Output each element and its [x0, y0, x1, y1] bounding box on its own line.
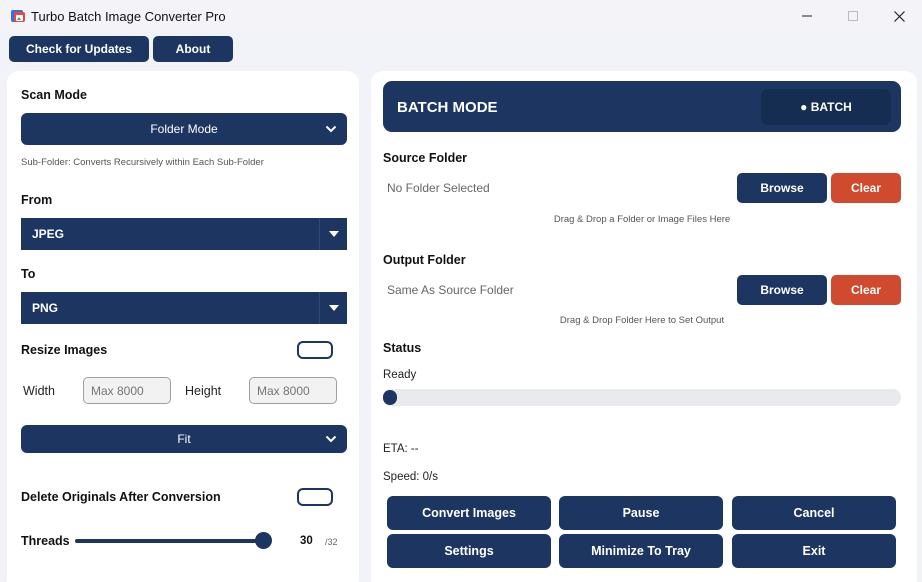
scan-mode-label: Scan Mode	[21, 88, 87, 102]
output-clear-button[interactable]: Clear	[831, 275, 901, 305]
progress-bar	[383, 389, 901, 406]
from-dropdown-arrow[interactable]	[319, 218, 347, 250]
threads-max: /32	[325, 537, 338, 547]
height-label: Height	[185, 384, 222, 398]
from-format-select[interactable]: JPEG	[21, 218, 347, 250]
cancel-button[interactable]: Cancel	[732, 496, 896, 530]
window-title: Turbo Batch Image Converter Pro	[31, 9, 226, 24]
source-folder-label: Source Folder	[383, 151, 468, 165]
to-format-select[interactable]: PNG	[21, 292, 347, 324]
about-button[interactable]: About	[153, 36, 233, 62]
threads-slider-track[interactable]	[75, 539, 271, 543]
threads-slider-thumb[interactable]	[255, 532, 272, 549]
pause-button[interactable]: Pause	[559, 496, 723, 530]
output-drop-hint: Drag & Drop Folder Here to Set Output	[559, 315, 725, 326]
threads-value: 30	[300, 535, 313, 547]
progress-indicator	[383, 390, 397, 405]
settings-button[interactable]: Settings	[387, 534, 551, 568]
exit-button[interactable]: Exit	[732, 534, 896, 568]
from-format-value: JPEG	[32, 227, 65, 241]
source-clear-button[interactable]: Clear	[831, 173, 901, 203]
status-value: Ready	[383, 369, 417, 381]
threads-label: Threads	[21, 534, 70, 548]
source-drop-hint: Drag & Drop a Folder or Image Files Here	[553, 214, 731, 225]
resize-images-toggle[interactable]	[297, 341, 333, 359]
caret-down-icon	[328, 305, 339, 311]
delete-originals-label: Delete Originals After Conversion	[21, 490, 221, 504]
output-folder-label: Output Folder	[383, 253, 466, 267]
width-input[interactable]	[83, 377, 171, 404]
to-format-value: PNG	[32, 301, 59, 315]
to-dropdown-arrow[interactable]	[319, 292, 347, 324]
batch-mode-badge[interactable]: ● BATCH	[761, 89, 891, 125]
app-logo-icon	[11, 10, 25, 22]
height-input[interactable]	[249, 377, 337, 404]
resize-images-label: Resize Images	[21, 343, 108, 357]
fit-mode-dropdown[interactable]: Fit	[21, 425, 347, 453]
close-window-button[interactable]	[876, 0, 922, 32]
scan-mode-hint: Sub-Folder: Converts Recursively within …	[21, 157, 264, 168]
output-folder-path: Same As Source Folder	[387, 283, 514, 297]
speed-text: Speed: 0/s	[383, 471, 438, 483]
delete-originals-toggle[interactable]	[297, 488, 333, 506]
scan-mode-dropdown[interactable]: Folder Mode	[21, 113, 347, 145]
chevron-down-icon	[325, 435, 337, 443]
maximize-icon	[848, 11, 858, 21]
check-for-updates-button[interactable]: Check for Updates	[9, 36, 149, 62]
minimize-to-tray-button[interactable]: Minimize To Tray	[559, 534, 723, 568]
convert-images-button[interactable]: Convert Images	[387, 496, 551, 530]
minimize-window-button[interactable]	[784, 0, 830, 32]
fit-mode-value: Fit	[177, 432, 191, 446]
mode-title: BATCH MODE	[397, 99, 498, 116]
maximize-window-button[interactable]	[830, 0, 876, 32]
caret-down-icon	[328, 231, 339, 237]
width-label: Width	[23, 384, 55, 398]
source-browse-button[interactable]: Browse	[737, 173, 827, 203]
title-bar: Turbo Batch Image Converter Pro	[0, 0, 922, 32]
chevron-down-icon	[325, 125, 337, 133]
source-folder-path: No Folder Selected	[387, 181, 490, 195]
from-label: From	[21, 193, 53, 207]
close-icon	[893, 10, 905, 22]
minimize-icon	[802, 15, 812, 17]
to-label: To	[21, 267, 36, 281]
output-browse-button[interactable]: Browse	[737, 275, 827, 305]
scan-mode-value: Folder Mode	[150, 122, 218, 136]
eta-text: ETA: --	[383, 443, 419, 455]
status-label: Status	[383, 341, 422, 355]
